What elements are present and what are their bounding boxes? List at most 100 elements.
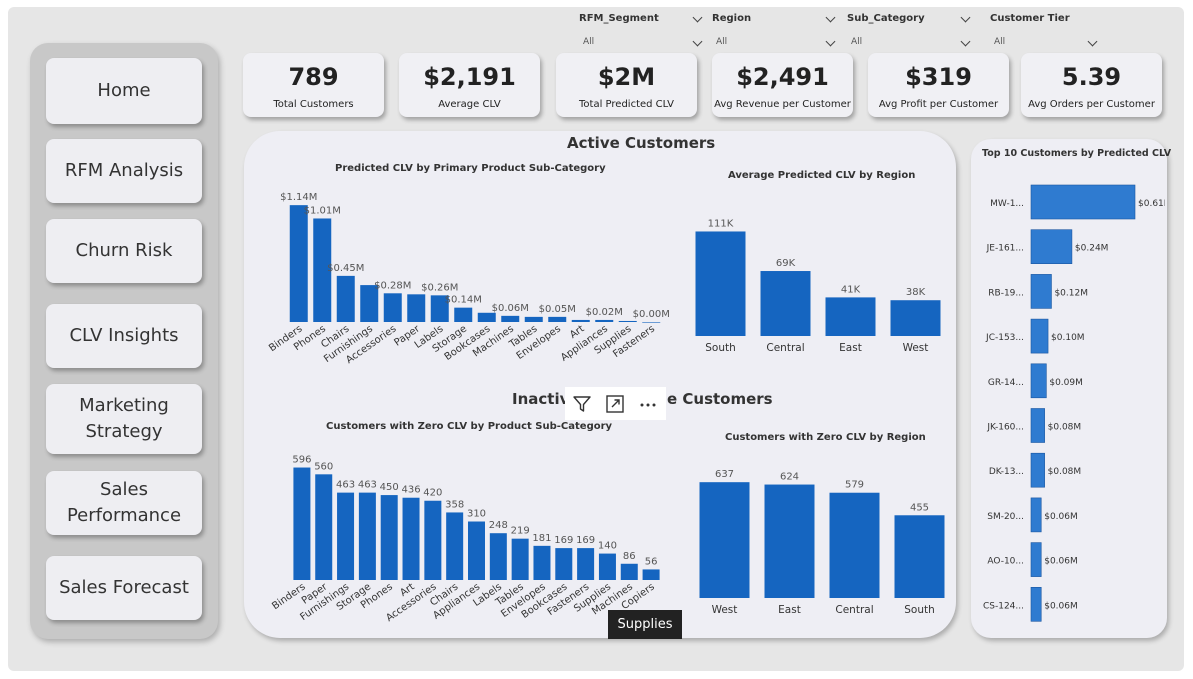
- data-label: 86: [623, 551, 636, 562]
- bar[interactable]: [358, 492, 376, 580]
- bar[interactable]: [477, 312, 496, 322]
- customer-label: GR-14...: [988, 378, 1024, 388]
- bar[interactable]: [555, 548, 573, 580]
- focus-mode-icon[interactable]: [600, 389, 630, 419]
- bar[interactable]: [380, 495, 398, 580]
- data-label: $0.06M: [492, 303, 529, 314]
- customer-label: SM-20...: [987, 512, 1024, 522]
- bar[interactable]: [595, 319, 614, 322]
- bar[interactable]: [642, 569, 660, 580]
- slicer-value[interactable]: All: [716, 37, 727, 47]
- bar[interactable]: [1030, 497, 1042, 533]
- bar[interactable]: [1030, 274, 1052, 309]
- chevron-down-icon[interactable]: [825, 12, 836, 23]
- bar[interactable]: [642, 322, 661, 323]
- bar[interactable]: [454, 307, 473, 322]
- bar[interactable]: [571, 319, 590, 322]
- data-label: 219: [511, 526, 530, 537]
- nav-churn-risk-button[interactable]: Churn Risk: [46, 219, 202, 283]
- bar[interactable]: [618, 320, 637, 322]
- slicer-value[interactable]: All: [994, 37, 1005, 47]
- data-label: $0.02M: [586, 307, 623, 318]
- nav-clv-insights-button[interactable]: CLV Insights: [46, 304, 202, 368]
- bar[interactable]: [577, 548, 595, 580]
- filter-icon[interactable]: [567, 389, 597, 419]
- bar[interactable]: [293, 467, 311, 580]
- bar[interactable]: [511, 538, 529, 580]
- data-label: 56: [645, 556, 658, 567]
- bar[interactable]: [524, 316, 543, 322]
- bar[interactable]: [1030, 452, 1045, 488]
- data-label: 463: [336, 480, 355, 491]
- bar[interactable]: [760, 271, 811, 336]
- bar[interactable]: [337, 492, 355, 580]
- kpi-card-avg-orders: 5.39 Avg Orders per Customer: [1021, 53, 1162, 117]
- bar[interactable]: [468, 521, 485, 581]
- bar[interactable]: [699, 482, 750, 598]
- chevron-down-icon[interactable]: [825, 36, 836, 47]
- slicer-rfm-segment[interactable]: RFM_Segment All: [579, 10, 705, 50]
- data-label: $0.45M: [327, 263, 364, 274]
- bar[interactable]: [1030, 408, 1045, 443]
- avg-predicted-clv-by-region-chart[interactable]: 111K South 69K Central 41K East 38K West: [688, 190, 950, 360]
- data-label: 41K: [841, 284, 861, 295]
- kpi-label: Total Customers: [273, 99, 354, 110]
- bar[interactable]: [894, 515, 945, 598]
- bar[interactable]: [424, 500, 442, 580]
- bar[interactable]: [289, 205, 308, 322]
- bar[interactable]: [402, 497, 420, 580]
- slicer-sub-category[interactable]: Sub_Category All: [847, 10, 973, 50]
- data-label: 310: [467, 509, 486, 520]
- bar[interactable]: [1030, 586, 1042, 622]
- inactive-customers-heading-end: e Customers: [667, 390, 773, 408]
- zero-clv-by-subcategory-chart[interactable]: 596Binders560Paper463Furnishings463Stora…: [262, 440, 662, 625]
- chevron-down-icon[interactable]: [692, 12, 703, 23]
- bar[interactable]: [825, 297, 876, 336]
- bar[interactable]: [764, 484, 815, 598]
- data-label: 596: [292, 455, 311, 466]
- bar[interactable]: [1030, 184, 1136, 220]
- bar[interactable]: [501, 315, 520, 322]
- bar[interactable]: [489, 533, 507, 580]
- slicer-value[interactable]: All: [851, 37, 862, 47]
- bar[interactable]: [407, 294, 426, 322]
- bar[interactable]: [383, 293, 402, 322]
- bar[interactable]: [1030, 542, 1042, 577]
- chevron-down-icon[interactable]: [692, 36, 703, 47]
- bar[interactable]: [336, 275, 355, 322]
- more-options-icon[interactable]: [633, 389, 663, 419]
- top-customers-chart[interactable]: MW-1... $0.61M JE-161... $0.24M RB-19... $0.1…: [975, 175, 1165, 630]
- data-label: $0.06M: [1044, 601, 1078, 611]
- nav-sales-forecast-button[interactable]: Sales Forecast: [46, 556, 202, 620]
- chevron-down-icon[interactable]: [960, 12, 971, 23]
- chevron-down-icon[interactable]: [1087, 36, 1098, 47]
- nav-sales-performance-button[interactable]: Sales Performance: [46, 471, 202, 535]
- bar[interactable]: [695, 231, 746, 336]
- bar[interactable]: [1030, 363, 1047, 399]
- bar[interactable]: [533, 545, 551, 580]
- zero-clv-by-region-chart[interactable]: 637 West 624 East 579 Central 455 South: [690, 452, 954, 620]
- bar[interactable]: [1030, 318, 1049, 354]
- predicted-clv-by-subcategory-chart[interactable]: $1.14MBinders$1.01MPhones$0.45MChairsFur…: [258, 180, 670, 370]
- kpi-card-average-clv: $2,191 Average CLV: [399, 53, 540, 117]
- bar[interactable]: [548, 316, 567, 322]
- kpi-value: $2,191: [423, 63, 516, 91]
- slicer-customer-tier[interactable]: Customer Tier All: [990, 10, 1100, 50]
- bar[interactable]: [829, 492, 880, 598]
- bar[interactable]: [598, 553, 616, 580]
- chart-title: Average Predicted CLV by Region: [728, 170, 916, 181]
- chevron-down-icon[interactable]: [960, 36, 971, 47]
- nav-marketing-strategy-button[interactable]: Marketing Strategy: [46, 384, 202, 454]
- slicer-region[interactable]: Region All: [712, 10, 838, 50]
- slicer-value[interactable]: All: [583, 37, 594, 47]
- kpi-card-avg-profit: $319 Avg Profit per Customer: [868, 53, 1009, 117]
- nav-home-button[interactable]: Home: [46, 58, 202, 124]
- bar[interactable]: [1030, 229, 1073, 265]
- bar[interactable]: [446, 512, 464, 580]
- data-label: 560: [314, 461, 333, 472]
- bar[interactable]: [315, 474, 333, 580]
- kpi-label: Avg Revenue per Customer: [714, 99, 851, 110]
- bar[interactable]: [620, 563, 638, 580]
- nav-rfm-analysis-button[interactable]: RFM Analysis: [46, 139, 202, 203]
- bar[interactable]: [890, 300, 941, 336]
